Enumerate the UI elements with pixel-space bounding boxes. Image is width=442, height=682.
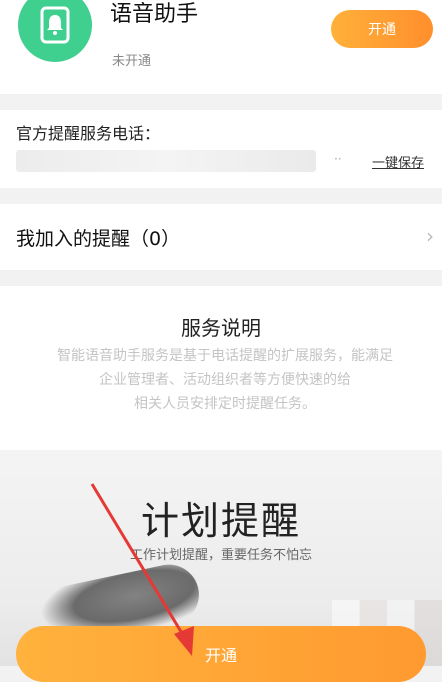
service-name: 语音助手 bbox=[110, 2, 199, 27]
phone-label: 官方提醒服务电话： bbox=[16, 124, 161, 143]
save-contact-link[interactable]: 一键保存 bbox=[372, 152, 424, 171]
phone-number-blurred bbox=[16, 150, 316, 172]
description-line: 智能语音助手服务是基于电话提醒的扩展服务，能满足 bbox=[57, 348, 393, 364]
chevron-right-icon: › bbox=[426, 224, 434, 248]
description-body: 智能语音助手服务是基于电话提醒的扩展服务，能满足 企业管理者、活动组织者等方便快… bbox=[30, 344, 420, 416]
phone-bell-icon bbox=[40, 6, 70, 44]
open-service-bottom-button[interactable]: 开通 bbox=[16, 626, 426, 682]
joined-reminders-row[interactable]: 我加入的提醒（0） › bbox=[0, 204, 442, 270]
promo-subtitle: 工作计划提醒，重要任务不怕忘 bbox=[129, 548, 312, 563]
description-line: 企业管理者、活动组织者等方便快速的给 bbox=[99, 372, 351, 388]
open-service-button[interactable]: 开通 bbox=[331, 10, 433, 48]
service-status: 未开通 bbox=[112, 54, 152, 69]
service-description-card: 服务说明 智能语音助手服务是基于电话提醒的扩展服务，能满足 企业管理者、活动组织… bbox=[0, 286, 442, 450]
phone-dots: ·· bbox=[334, 152, 342, 166]
promo-title: 计划提醒 bbox=[140, 499, 301, 543]
phone-number-card: 官方提醒服务电话： ·· 一键保存 bbox=[0, 110, 442, 188]
description-title: 服务说明 bbox=[181, 316, 261, 340]
joined-reminders-label: 我加入的提醒（0） bbox=[16, 228, 181, 250]
service-header-card: 语音助手 未开通 开通 bbox=[0, 0, 442, 94]
app-icon-circle bbox=[18, 0, 92, 62]
description-line: 相关人员安排定时提醒任务。 bbox=[134, 396, 316, 412]
